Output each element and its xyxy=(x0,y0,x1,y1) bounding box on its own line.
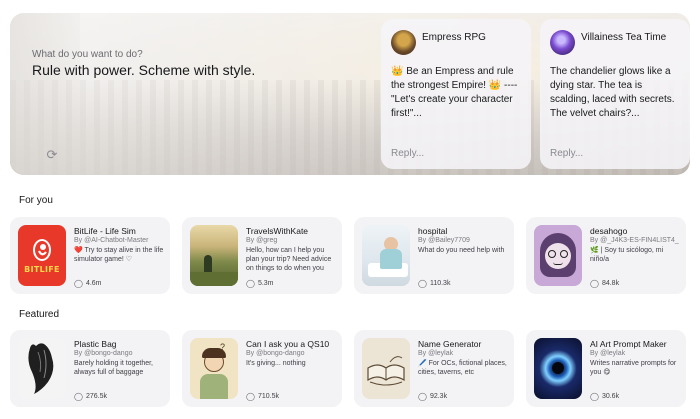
section-title-for-you: For you xyxy=(19,195,53,206)
character-card[interactable]: hospital By @Bailey7709 What do you need… xyxy=(354,217,514,294)
character-card[interactable]: AI Art Prompt Maker By @leylak Writes na… xyxy=(526,330,686,407)
interaction-count: ◯ 30.6k xyxy=(590,392,620,401)
bitlife-logo-text: BITLIFE xyxy=(24,264,60,274)
character-title: Plastic Bag xyxy=(74,339,117,349)
chat-bubble-icon: ◯ xyxy=(590,392,599,401)
reply-input[interactable]: Reply... xyxy=(391,148,424,159)
character-card[interactable]: Plastic Bag By @bongo-dango Barely holdi… xyxy=(10,330,170,407)
character-description: Hello, how can I help you plan your trip… xyxy=(246,247,332,272)
interaction-count: ◯ 5.3m xyxy=(246,279,274,288)
greeting-message: The chandelier glows like a dying star. … xyxy=(550,66,675,119)
character-author: By @greg xyxy=(246,237,278,244)
hero-title: Rule with power. Scheme with style. xyxy=(32,62,256,78)
eye-pupil xyxy=(552,362,564,374)
character-card[interactable]: desahogo By @_J4K3-ES-FIN4LIST4_ 🌿 | Soy… xyxy=(526,217,686,294)
avatar xyxy=(550,29,575,55)
character-description: 🖊️ For OCs, fictional places, cities, ta… xyxy=(418,360,507,376)
character-name: Villainess Tea Time xyxy=(581,31,667,43)
character-description: Barely holding it together, always full … xyxy=(74,360,153,376)
interaction-count: ◯ 92.3k xyxy=(418,392,448,401)
character-author: By @leylak xyxy=(590,350,626,357)
chat-bubble-icon: ◯ xyxy=(74,392,83,401)
character-description: ❤️ Try to stay alive in the life simulat… xyxy=(74,247,164,263)
character-card[interactable]: BITLIFE BitLife - Life Sim By @AI-Chatbo… xyxy=(10,217,170,294)
character-description: It's giving... nothing xyxy=(246,360,306,367)
character-thumbnail xyxy=(18,338,66,399)
refresh-icon[interactable]: ⟳ xyxy=(44,147,60,163)
hero-chat-card-empress-rpg[interactable]: Empress RPG 👑 Be an Empress and rule the… xyxy=(381,19,531,169)
character-thumbnail xyxy=(534,225,582,286)
character-title: Can I ask you a QS10 xyxy=(246,339,330,349)
chat-bubble-icon: ◯ xyxy=(246,279,255,288)
character-thumbnail: BITLIFE xyxy=(18,225,66,286)
chat-bubble-icon: ◯ xyxy=(418,279,427,288)
character-thumbnail xyxy=(362,225,410,286)
hero-chat-card-villainess-tea-time[interactable]: Villainess Tea Time The chandelier glows… xyxy=(540,19,690,169)
section-title-featured: Featured xyxy=(19,309,60,320)
chat-bubble-icon: ◯ xyxy=(246,392,255,401)
character-author: By @Bailey7709 xyxy=(418,237,470,244)
interaction-count: ◯ 710.5k xyxy=(246,392,279,401)
chat-bubble-icon: ◯ xyxy=(74,279,83,288)
reply-input[interactable]: Reply... xyxy=(550,148,583,159)
character-card[interactable]: TravelsWithKate By @greg Hello, how can … xyxy=(182,217,342,294)
character-thumbnail: ? xyxy=(190,338,238,399)
baby-icon xyxy=(33,238,51,261)
interaction-count: ◯ 84.8k xyxy=(590,279,620,288)
interaction-count: ◯ 4.6m xyxy=(74,279,102,288)
open-book-illustration xyxy=(367,356,405,386)
character-title: TravelsWithKate xyxy=(246,226,309,236)
greeting-message: 👑 Be an Empress and rule the strongest E… xyxy=(391,66,518,119)
character-title: Name Generator xyxy=(418,339,482,349)
character-card[interactable]: ? Can I ask you a QS10 By @bongo-dango I… xyxy=(182,330,342,407)
character-thumbnail xyxy=(190,225,238,286)
character-thumbnail xyxy=(534,338,582,399)
character-title: desahogo xyxy=(590,226,628,236)
character-author: By @AI-Chatbot-Master xyxy=(74,237,149,244)
character-title: AI Art Prompt Maker xyxy=(590,339,667,349)
chat-bubble-icon: ◯ xyxy=(418,392,427,401)
avatar xyxy=(391,29,416,55)
character-description: Writes narrative prompts for you 😋 xyxy=(590,360,677,376)
character-author: By @_J4K3-ES-FIN4LIST4_ xyxy=(590,237,679,244)
character-description: What do you need help with xyxy=(418,247,505,254)
chat-bubble-icon: ◯ xyxy=(590,279,599,288)
interaction-count: ◯ 276.5k xyxy=(74,392,107,401)
interaction-count: ◯ 110.3k xyxy=(418,279,451,288)
character-description: 🌿 | Soy tu sicólogo, mi niño/a xyxy=(590,247,664,263)
question-mark-icon: ? xyxy=(220,342,226,352)
character-name: Empress RPG xyxy=(422,31,486,43)
character-author: By @bongo-dango xyxy=(246,350,305,357)
character-thumbnail xyxy=(362,338,410,399)
hero-question: What do you want to do? xyxy=(32,49,143,60)
character-card[interactable]: Name Generator By @leylak 🖊️ For OCs, fi… xyxy=(354,330,514,407)
plastic-bag-illustration xyxy=(28,343,54,394)
character-title: hospital xyxy=(418,226,448,236)
character-author: By @leylak xyxy=(418,350,454,357)
character-author: By @bongo-dango xyxy=(74,350,133,357)
character-title: BitLife - Life Sim xyxy=(74,226,136,236)
